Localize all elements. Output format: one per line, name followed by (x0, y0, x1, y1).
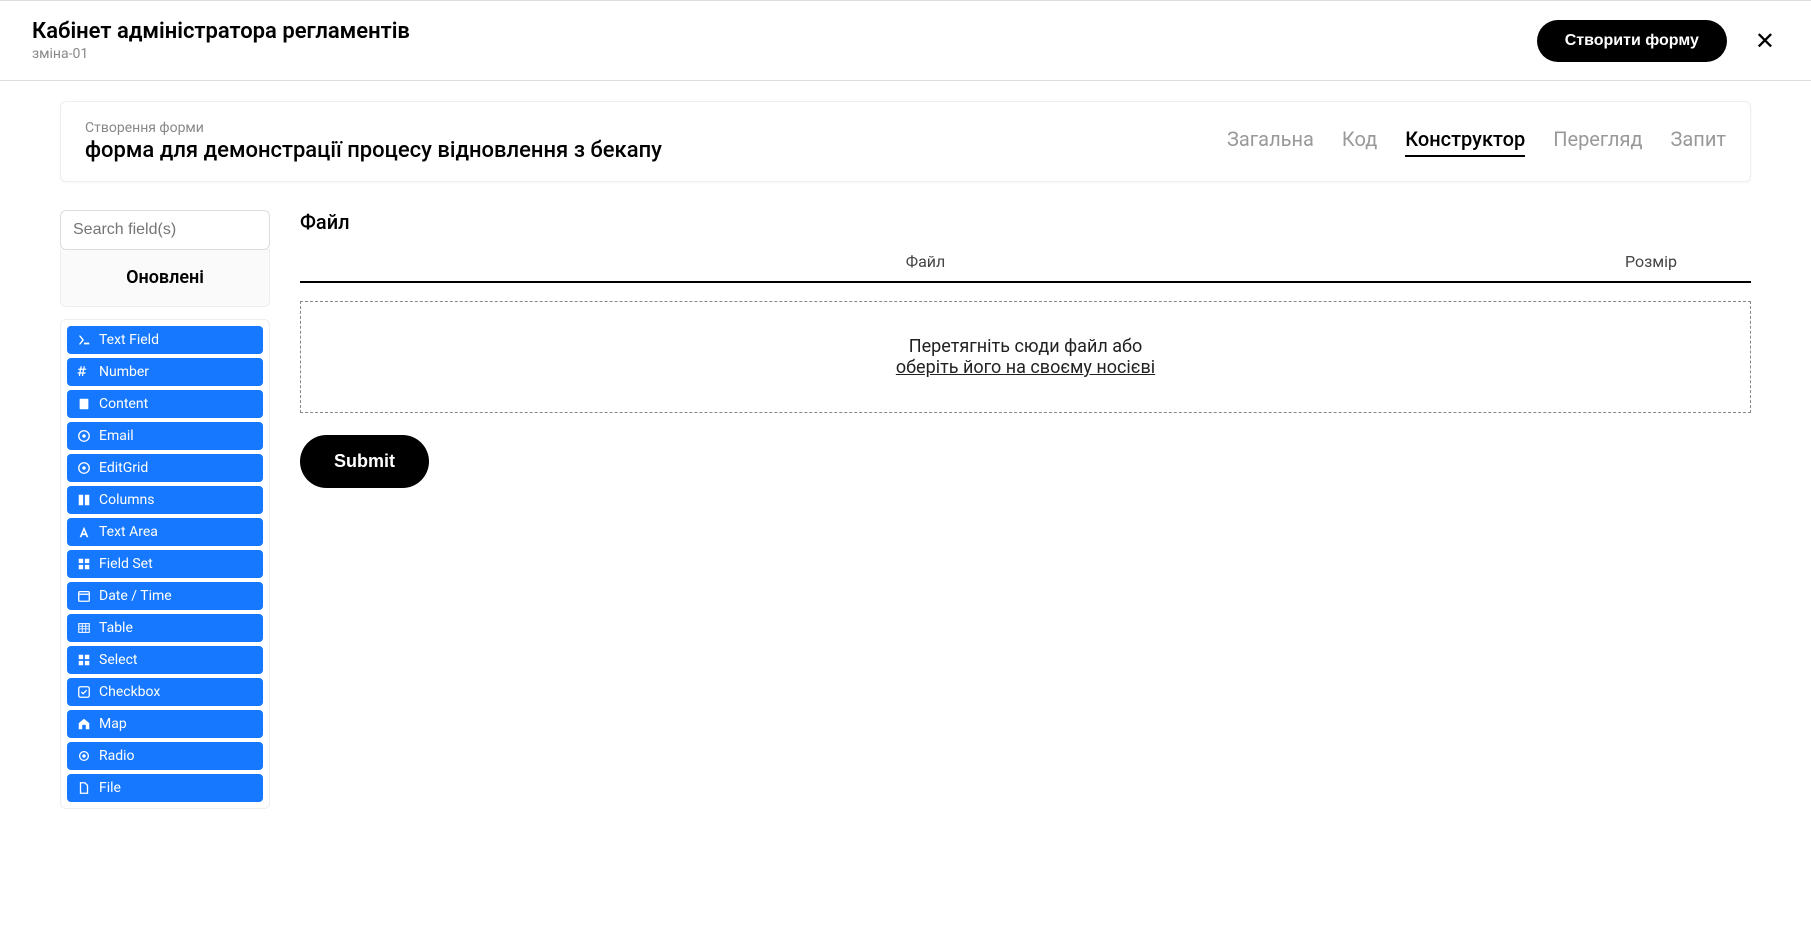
file-dropzone[interactable]: Перетягніть сюди файл або оберіть його н… (300, 301, 1751, 413)
component-label: Text Field (99, 332, 159, 348)
tab-general[interactable]: Загальна (1227, 127, 1314, 157)
column-header-size: Розмір (1551, 252, 1751, 271)
table-icon (77, 621, 91, 635)
component-date-time[interactable]: Date / Time (67, 582, 263, 610)
app-subtitle: зміна-01 (32, 46, 410, 62)
component-label: Date / Time (99, 588, 172, 604)
breadcrumb: Створення форми (85, 120, 662, 136)
tab-preview[interactable]: Перегляд (1553, 127, 1642, 157)
font-icon (77, 525, 91, 539)
component-email[interactable]: Email (67, 422, 263, 450)
column-header-file: Файл (300, 252, 1551, 271)
component-label: Number (99, 364, 149, 380)
component-label: Field Set (99, 556, 153, 572)
component-label: Table (99, 620, 133, 636)
component-label: EditGrid (99, 460, 148, 476)
grid-icon (77, 653, 91, 667)
page-title: форма для демонстрації процесу відновлен… (85, 138, 662, 163)
create-form-button[interactable]: Створити форму (1537, 20, 1727, 62)
component-label: File (99, 780, 121, 796)
columns-icon (77, 493, 91, 507)
component-label: Radio (99, 748, 135, 764)
tab-bar: Загальна Код Конструктор Перегляд Запит (1227, 127, 1726, 157)
tab-builder[interactable]: Конструктор (1405, 127, 1525, 157)
component-checkbox[interactable]: Checkbox (67, 678, 263, 706)
component-text-area[interactable]: Text Area (67, 518, 263, 546)
form-canvas: Файл Файл Розмір Перетягніть сюди файл а… (300, 210, 1751, 488)
component-label: Map (99, 716, 127, 732)
component-radio[interactable]: Radio (67, 742, 263, 770)
file-table-header: Файл Розмір (300, 248, 1751, 283)
component-label: Text Area (99, 524, 158, 540)
calendar-icon (77, 589, 91, 603)
tab-request[interactable]: Запит (1671, 127, 1726, 157)
submit-button[interactable]: Submit (300, 435, 429, 488)
section-label-file: Файл (300, 210, 1751, 234)
component-field-set[interactable]: Field Set (67, 550, 263, 578)
component-label: Columns (99, 492, 154, 508)
dropzone-text: Перетягніть сюди файл або (301, 336, 1750, 357)
component-label: Email (99, 428, 134, 444)
grid-icon (77, 557, 91, 571)
component-file[interactable]: File (67, 774, 263, 802)
home-icon (77, 717, 91, 731)
search-input[interactable] (60, 210, 270, 250)
component-map[interactable]: Map (67, 710, 263, 738)
component-label: Select (99, 652, 137, 668)
component-sidebar: Оновлені Text Field Number Content Email Edi… (60, 210, 270, 809)
component-text-field[interactable]: Text Field (67, 326, 263, 354)
at-icon (77, 429, 91, 443)
tab-code[interactable]: Код (1342, 127, 1377, 157)
component-label: Checkbox (99, 684, 160, 700)
radio-icon (77, 749, 91, 763)
component-content[interactable]: Content (67, 390, 263, 418)
file-icon (77, 781, 91, 795)
doc-icon (77, 397, 91, 411)
component-select[interactable]: Select (67, 646, 263, 674)
component-number[interactable]: Number (67, 358, 263, 386)
close-icon[interactable]: ✕ (1751, 23, 1779, 59)
terminal-icon (77, 333, 91, 347)
app-title: Кабінет адміністратора регламентів (32, 19, 410, 44)
browse-link[interactable]: оберіть його на своєму носієві (301, 357, 1750, 378)
component-columns[interactable]: Columns (67, 486, 263, 514)
hash-icon (77, 365, 91, 379)
check-icon (77, 685, 91, 699)
category-header[interactable]: Оновлені (60, 249, 270, 307)
component-table[interactable]: Table (67, 614, 263, 642)
component-editgrid[interactable]: EditGrid (67, 454, 263, 482)
at-icon (77, 461, 91, 475)
component-label: Content (99, 396, 148, 412)
